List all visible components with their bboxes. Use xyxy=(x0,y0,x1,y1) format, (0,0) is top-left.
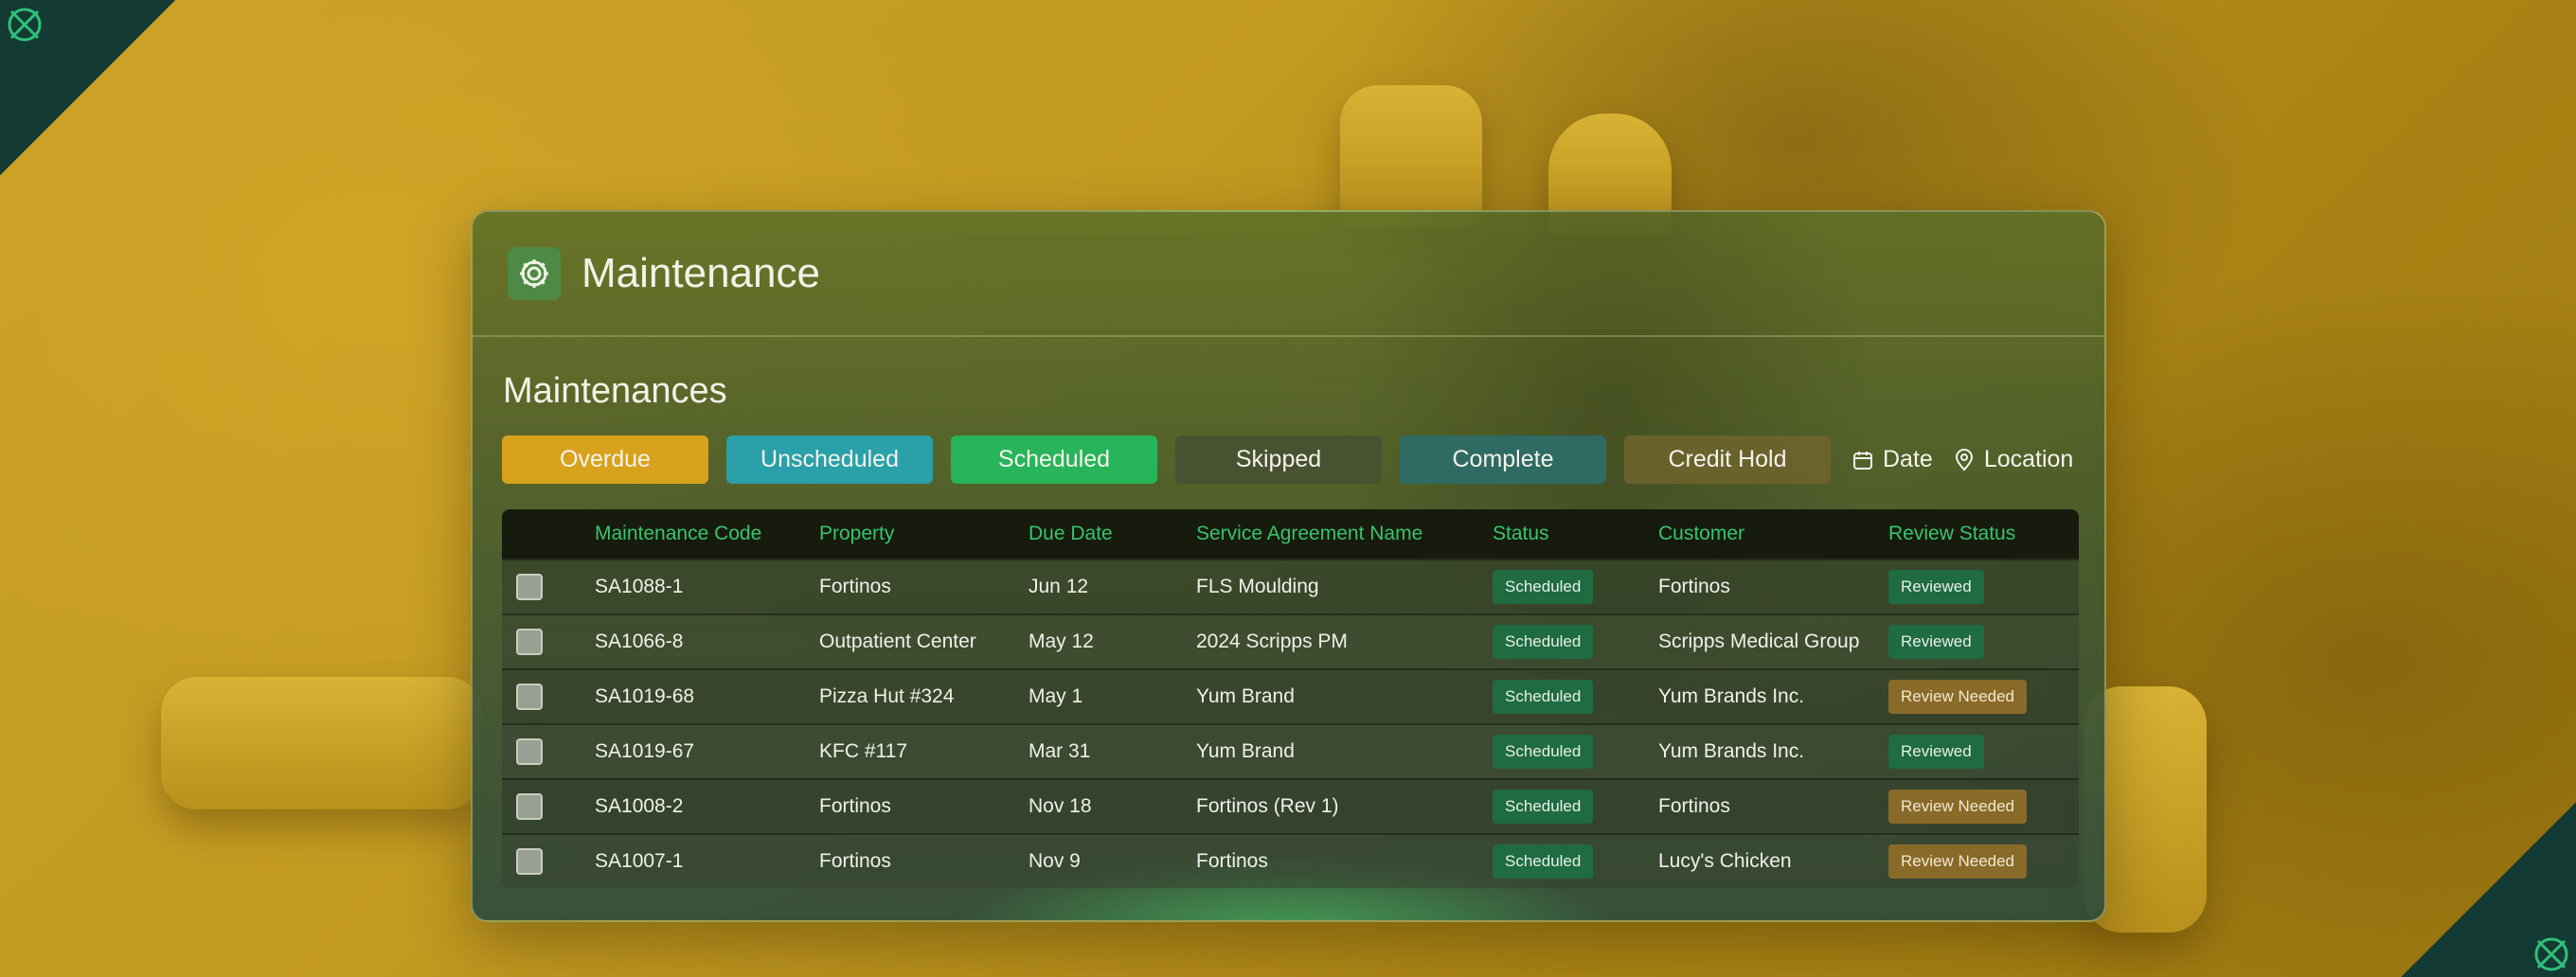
status-badge: Scheduled xyxy=(1493,844,1594,879)
review-status-badge: Review Needed xyxy=(1888,790,2028,824)
customer-name: Scripps Medical Group xyxy=(1658,631,1860,652)
agreement-name: Fortinos (Rev 1) xyxy=(1196,795,1339,817)
calendar-icon xyxy=(1853,451,1872,470)
table-row[interactable]: SA1008-2 Fortinos Nov 18 Fortinos (Rev 1… xyxy=(502,778,2079,833)
property-name: Fortinos xyxy=(819,795,891,817)
column-header[interactable]: Maintenance Code xyxy=(595,523,819,545)
due-date: Nov 18 xyxy=(1029,795,1092,817)
brand-mark-icon xyxy=(2534,937,2568,971)
maintenance-table: Maintenance Code Property Due Date Servi… xyxy=(502,509,2079,888)
column-header[interactable]: Due Date xyxy=(1029,523,1196,545)
filter-scheduled-button[interactable]: Scheduled xyxy=(951,435,1157,484)
section-title: Maintenances xyxy=(503,371,727,411)
maintenance-code: SA1019-68 xyxy=(595,685,695,707)
agreement-name: Yum Brand xyxy=(1196,685,1295,707)
date-filter-label: Date xyxy=(1883,446,1933,472)
status-badge: Scheduled xyxy=(1493,790,1594,824)
filter-credit-hold-button[interactable]: Credit Hold xyxy=(1624,435,1831,484)
maintenance-code: SA1019-67 xyxy=(595,740,695,762)
row-checkbox[interactable] xyxy=(516,848,543,875)
customer-name: Fortinos xyxy=(1658,795,1730,817)
status-badge: Scheduled xyxy=(1493,625,1594,659)
property-name: Pizza Hut #324 xyxy=(819,685,955,707)
customer-name: Lucy's Chicken xyxy=(1658,850,1792,872)
column-header[interactable]: Review Status xyxy=(1888,523,2079,545)
background-pipe xyxy=(1340,85,1482,227)
agreement-name: Fortinos xyxy=(1196,850,1268,872)
brand-mark-icon xyxy=(8,8,42,42)
review-status-badge: Review Needed xyxy=(1888,844,2028,879)
customer-name: Fortinos xyxy=(1658,576,1730,597)
status-badge: Scheduled xyxy=(1493,680,1594,714)
due-date: Nov 9 xyxy=(1029,850,1081,872)
table-header: Maintenance Code Property Due Date Servi… xyxy=(502,509,2079,559)
property-name: Fortinos xyxy=(819,576,891,597)
maintenance-code: SA1066-8 xyxy=(595,631,684,652)
column-header[interactable]: Property xyxy=(819,523,1029,545)
maintenance-code: SA1088-1 xyxy=(595,576,684,597)
agreement-name: Yum Brand xyxy=(1196,740,1295,762)
maintenance-panel: Maintenance Maintenances Overdue Unsched… xyxy=(471,210,2106,922)
gear-icon xyxy=(508,247,561,300)
app-title: Maintenance xyxy=(581,250,820,296)
agreement-name: FLS Moulding xyxy=(1196,576,1319,597)
review-status-badge: Reviewed xyxy=(1888,735,1984,769)
status-badge: Scheduled xyxy=(1493,570,1594,604)
column-header[interactable]: Status xyxy=(1493,523,1658,545)
table-row[interactable]: SA1088-1 Fortinos Jun 12 FLS Moulding Sc… xyxy=(502,559,2079,613)
map-pin-icon xyxy=(1955,448,1973,471)
row-checkbox[interactable] xyxy=(516,629,543,655)
row-checkbox[interactable] xyxy=(516,574,543,600)
agreement-name: 2024 Scripps PM xyxy=(1196,631,1348,652)
property-name: KFC #117 xyxy=(819,740,907,762)
row-checkbox[interactable] xyxy=(516,793,543,820)
maintenance-code: SA1008-2 xyxy=(595,795,684,817)
table-row[interactable]: SA1019-67 KFC #117 Mar 31 Yum Brand Sche… xyxy=(502,723,2079,778)
table-row[interactable]: SA1007-1 Fortinos Nov 9 Fortinos Schedul… xyxy=(502,833,2079,888)
customer-name: Yum Brands Inc. xyxy=(1658,685,1805,707)
due-date: Mar 31 xyxy=(1029,740,1091,762)
property-name: Outpatient Center xyxy=(819,631,976,652)
filter-unscheduled-button[interactable]: Unscheduled xyxy=(726,435,933,484)
filter-overdue-button[interactable]: Overdue xyxy=(502,435,708,484)
background-pipe xyxy=(161,677,483,809)
row-checkbox[interactable] xyxy=(516,738,543,765)
maintenance-code: SA1007-1 xyxy=(595,850,684,872)
review-status-badge: Review Needed xyxy=(1888,680,2028,714)
review-status-badge: Reviewed xyxy=(1888,570,1984,604)
location-filter-label: Location xyxy=(1983,446,2074,472)
property-name: Fortinos xyxy=(819,850,891,872)
due-date: May 12 xyxy=(1029,631,1094,652)
location-filter-button[interactable]: Location xyxy=(1954,446,2074,473)
customer-name: Yum Brands Inc. xyxy=(1658,740,1805,762)
column-header[interactable]: Service Agreement Name xyxy=(1196,523,1493,545)
filter-complete-button[interactable]: Complete xyxy=(1400,435,1606,484)
due-date: May 1 xyxy=(1029,685,1083,707)
filter-bar: Overdue Unscheduled Scheduled Skipped Co… xyxy=(502,435,2073,484)
date-filter-button[interactable]: Date xyxy=(1852,446,1933,473)
due-date: Jun 12 xyxy=(1029,576,1089,597)
status-badge: Scheduled xyxy=(1493,735,1594,769)
row-checkbox[interactable] xyxy=(516,684,543,710)
table-row[interactable]: SA1019-68 Pizza Hut #324 May 1 Yum Brand… xyxy=(502,668,2079,723)
panel-header: Maintenance xyxy=(473,212,2104,337)
table-row[interactable]: SA1066-8 Outpatient Center May 12 2024 S… xyxy=(502,613,2079,668)
filter-skipped-button[interactable]: Skipped xyxy=(1175,435,1382,484)
column-header[interactable]: Customer xyxy=(1658,523,1888,545)
review-status-badge: Reviewed xyxy=(1888,625,1984,659)
